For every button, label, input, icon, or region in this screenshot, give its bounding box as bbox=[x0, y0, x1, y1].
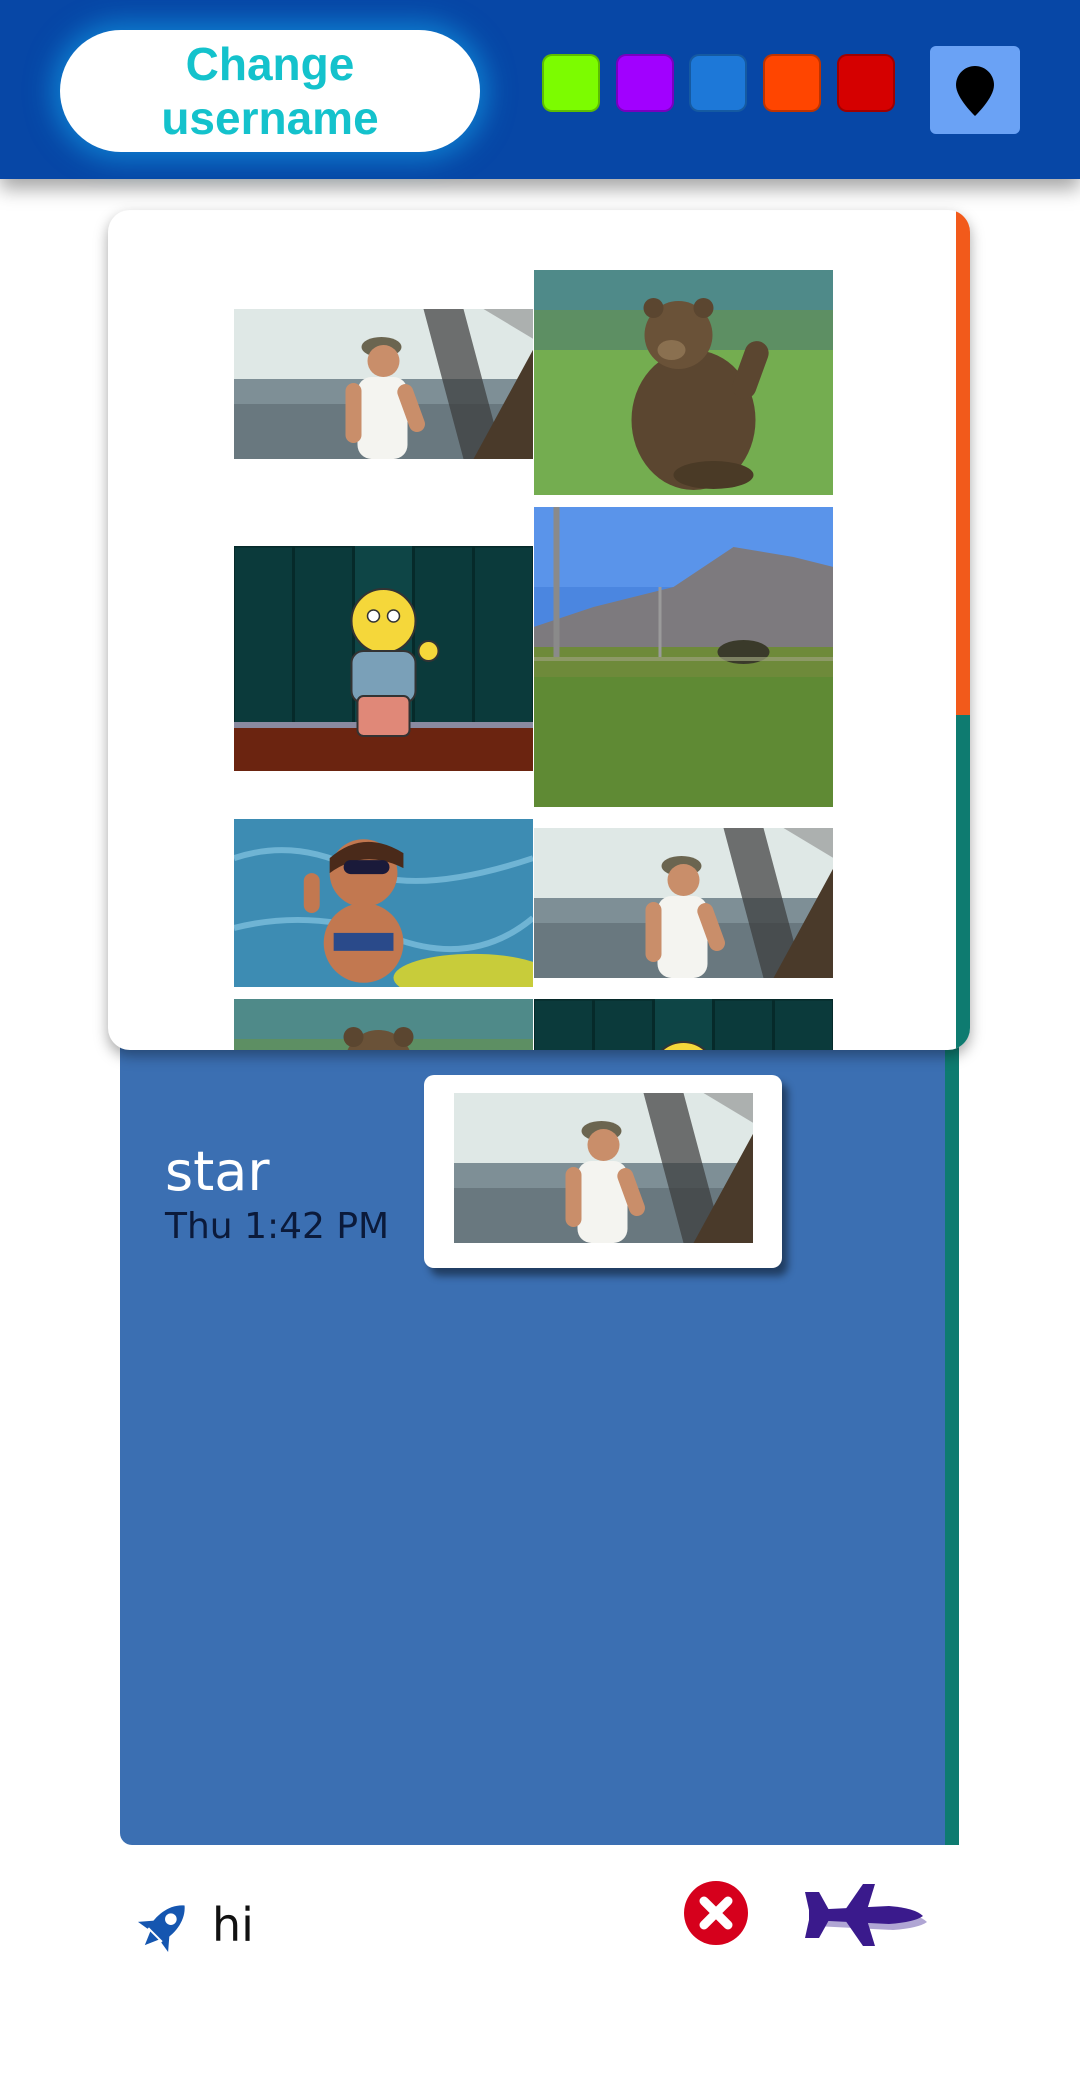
gif-image bbox=[234, 309, 533, 459]
gif-tile[interactable] bbox=[534, 270, 833, 495]
gif-image bbox=[234, 999, 533, 1050]
chat-scrollbar[interactable] bbox=[945, 1040, 959, 1845]
message-gif[interactable] bbox=[424, 1075, 782, 1268]
gif-image bbox=[534, 270, 833, 495]
jet-send-icon bbox=[805, 1884, 927, 1946]
gif-image bbox=[234, 546, 533, 771]
gif-picker-scrollbar-track[interactable] bbox=[956, 715, 970, 1050]
change-username-button[interactable]: Change username bbox=[60, 30, 480, 152]
gif-tile[interactable] bbox=[534, 999, 833, 1050]
gif-image bbox=[234, 819, 533, 987]
color-swatch-purple[interactable] bbox=[616, 54, 674, 112]
message-timestamp: Thu 1:42 PM bbox=[165, 1206, 390, 1247]
message-author: star bbox=[165, 1140, 270, 1203]
color-swatch-green[interactable] bbox=[542, 54, 600, 112]
color-swatch-red[interactable] bbox=[837, 54, 895, 112]
gif-tile[interactable] bbox=[234, 999, 533, 1050]
gif-tile[interactable] bbox=[534, 828, 833, 978]
gif-image bbox=[534, 999, 833, 1050]
map-pin-icon bbox=[956, 66, 994, 116]
close-circle-icon bbox=[684, 1881, 748, 1945]
rocket-icon[interactable] bbox=[133, 1895, 195, 1957]
gif-picker-scrollbar-thumb[interactable] bbox=[956, 210, 970, 715]
send-button[interactable] bbox=[805, 1880, 929, 1960]
message-gif-image bbox=[454, 1093, 753, 1243]
top-bar: Change username bbox=[0, 0, 1080, 179]
gif-tile[interactable] bbox=[234, 309, 533, 459]
message-input[interactable] bbox=[212, 1890, 652, 1960]
color-swatch-blue[interactable] bbox=[689, 54, 747, 112]
gif-tile[interactable] bbox=[234, 546, 533, 771]
clear-button[interactable] bbox=[683, 1880, 749, 1946]
gif-picker bbox=[108, 210, 970, 1050]
gif-tile[interactable] bbox=[534, 507, 833, 807]
gif-tile[interactable] bbox=[234, 819, 533, 987]
color-swatch-orange[interactable] bbox=[763, 54, 821, 112]
location-button[interactable] bbox=[930, 46, 1020, 134]
gif-image bbox=[534, 828, 833, 978]
gif-image bbox=[534, 507, 833, 807]
